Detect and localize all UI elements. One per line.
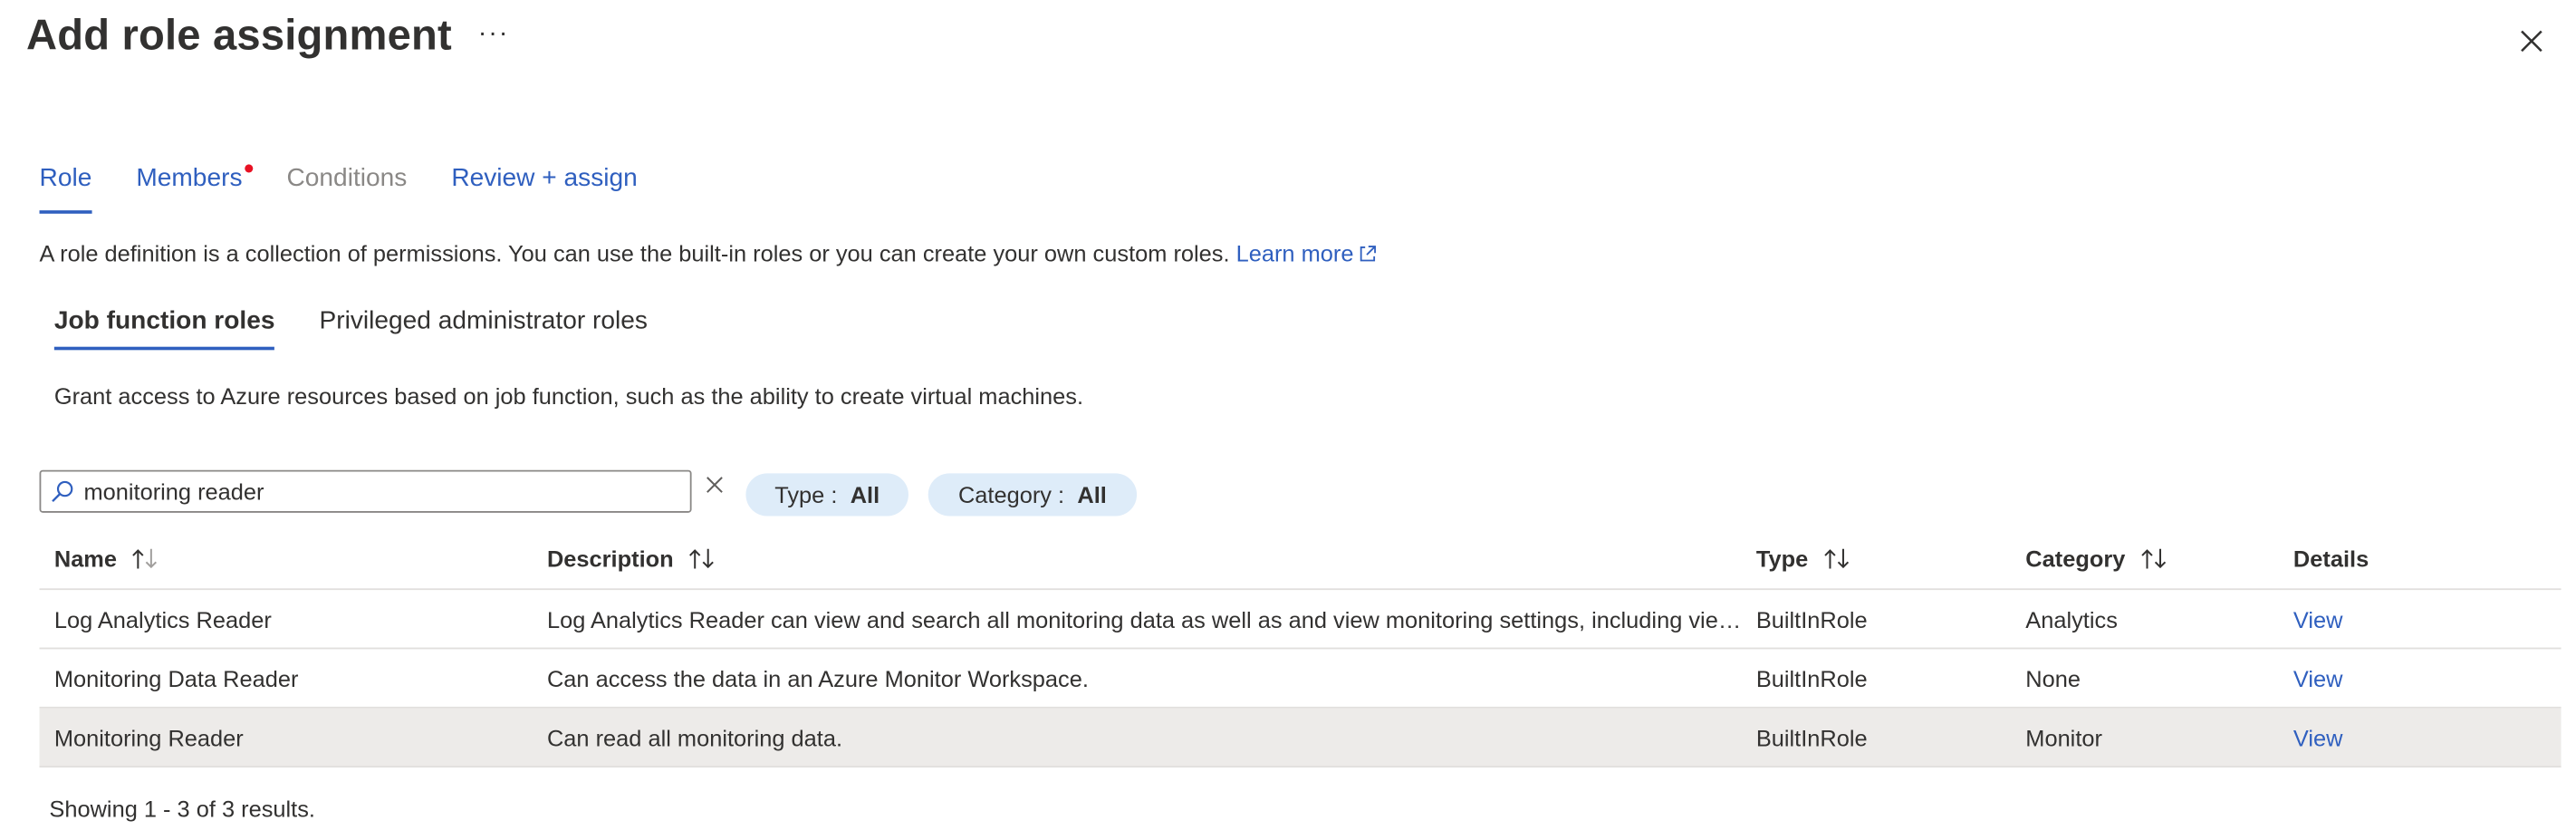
tab-members-label: Members — [136, 164, 243, 193]
view-details-link[interactable]: View — [2293, 605, 2343, 632]
column-header-type-label: Type — [1755, 546, 1809, 573]
column-header-description[interactable]: Description — [547, 529, 1743, 588]
tab-privileged-admin-roles[interactable]: Privileged administrator roles — [319, 307, 647, 350]
row-name: Log Analytics Reader — [53, 605, 272, 632]
close-icon[interactable] — [2517, 26, 2547, 56]
row-type: BuiltInRole — [1755, 664, 1868, 691]
view-details-link[interactable]: View — [2293, 665, 2343, 691]
tab-conditions: Conditions — [286, 164, 407, 220]
page-title: Add role assignment — [26, 9, 452, 60]
table-row-selected[interactable]: Monitoring Reader Can read all monitorin… — [39, 708, 2562, 768]
tab-job-function-roles-label: Job function roles — [53, 307, 275, 335]
wizard-tabs: Role Members Conditions Review + assign — [39, 164, 682, 220]
search-input[interactable] — [83, 478, 659, 505]
row-description-text: Can read all monitoring data. — [546, 723, 843, 750]
row-category: None — [2025, 664, 2081, 691]
tab-privileged-admin-roles-label: Privileged administrator roles — [319, 307, 648, 335]
row-description: Log Analytics Reader can view and search… — [547, 590, 1743, 647]
type-filter-pill[interactable]: Type : All — [745, 473, 908, 517]
row-description-text: Log Analytics Reader can view and search… — [546, 605, 1743, 632]
row-description-text: Can access the data in an Azure Monitor … — [546, 664, 1089, 691]
view-details-link[interactable]: View — [2293, 724, 2343, 750]
table-header-row: Name Description Type Category Details — [39, 529, 2562, 591]
type-filter-label: Type : — [774, 481, 844, 508]
column-header-details: Details — [2293, 529, 2491, 588]
search-icon — [52, 480, 73, 503]
table-row[interactable]: Log Analytics Reader Log Analytics Reade… — [39, 590, 2562, 650]
column-header-name[interactable]: Name — [54, 529, 531, 588]
column-header-details-label: Details — [2292, 546, 2369, 573]
role-definition-description: A role definition is a collection of per… — [40, 240, 1377, 266]
role-type-tabs: Job function roles Privileged administra… — [53, 307, 692, 351]
row-details: View — [2293, 709, 2491, 766]
column-header-category[interactable]: Category — [2025, 529, 2272, 588]
tab-conditions-label: Conditions — [286, 164, 408, 193]
external-link-icon — [1360, 246, 1376, 262]
category-filter-pill[interactable]: Category : All — [928, 473, 1138, 517]
row-type: BuiltInRole — [1755, 723, 1868, 750]
required-indicator-dot — [244, 164, 253, 173]
row-category: Analytics — [2025, 605, 2118, 632]
row-name: Monitoring Data Reader — [53, 664, 299, 691]
row-details: View — [2293, 649, 2491, 706]
results-count: Showing 1 - 3 of 3 results. — [49, 795, 316, 822]
sort-icon — [689, 548, 714, 569]
row-description: Can read all monitoring data. — [547, 709, 1743, 766]
column-header-type[interactable]: Type — [1756, 529, 2003, 588]
row-description: Can access the data in an Azure Monitor … — [547, 649, 1743, 706]
tab-job-function-roles[interactable]: Job function roles — [53, 307, 276, 351]
row-name: Monitoring Reader — [53, 723, 244, 750]
intro-text: A role definition is a collection of per… — [39, 239, 1236, 266]
sort-icon — [2140, 548, 2166, 569]
tab-role[interactable]: Role — [39, 164, 92, 220]
tab-review-assign-label: Review + assign — [451, 164, 638, 193]
sort-icon — [1823, 548, 1849, 569]
learn-more-label: Learn more — [1235, 239, 1354, 266]
column-header-description-label: Description — [546, 546, 674, 573]
clear-search-icon[interactable] — [705, 475, 725, 495]
tab-role-label: Role — [39, 164, 92, 193]
category-filter-label: Category : — [957, 481, 1072, 508]
job-function-description: Grant access to Azure resources based on… — [53, 382, 1084, 410]
tab-members[interactable]: Members — [136, 164, 253, 220]
sort-ascending-icon — [132, 548, 158, 569]
roles-table: Name Description Type Category Details L… — [39, 529, 2562, 768]
row-details: View — [2293, 590, 2491, 647]
category-filter-value: All — [1077, 481, 1107, 508]
column-header-category-label: Category — [2025, 546, 2126, 573]
column-header-name-label: Name — [53, 546, 118, 573]
table-row[interactable]: Monitoring Data Reader Can access the da… — [39, 649, 2562, 709]
learn-more-link[interactable]: Learn more — [1236, 240, 1377, 266]
row-type: BuiltInRole — [1755, 605, 1868, 632]
more-options-button[interactable]: ··· — [478, 20, 509, 50]
tab-review-assign[interactable]: Review + assign — [451, 164, 637, 220]
search-box[interactable] — [39, 469, 692, 513]
type-filter-value: All — [850, 481, 880, 508]
row-category: Monitor — [2025, 723, 2102, 750]
